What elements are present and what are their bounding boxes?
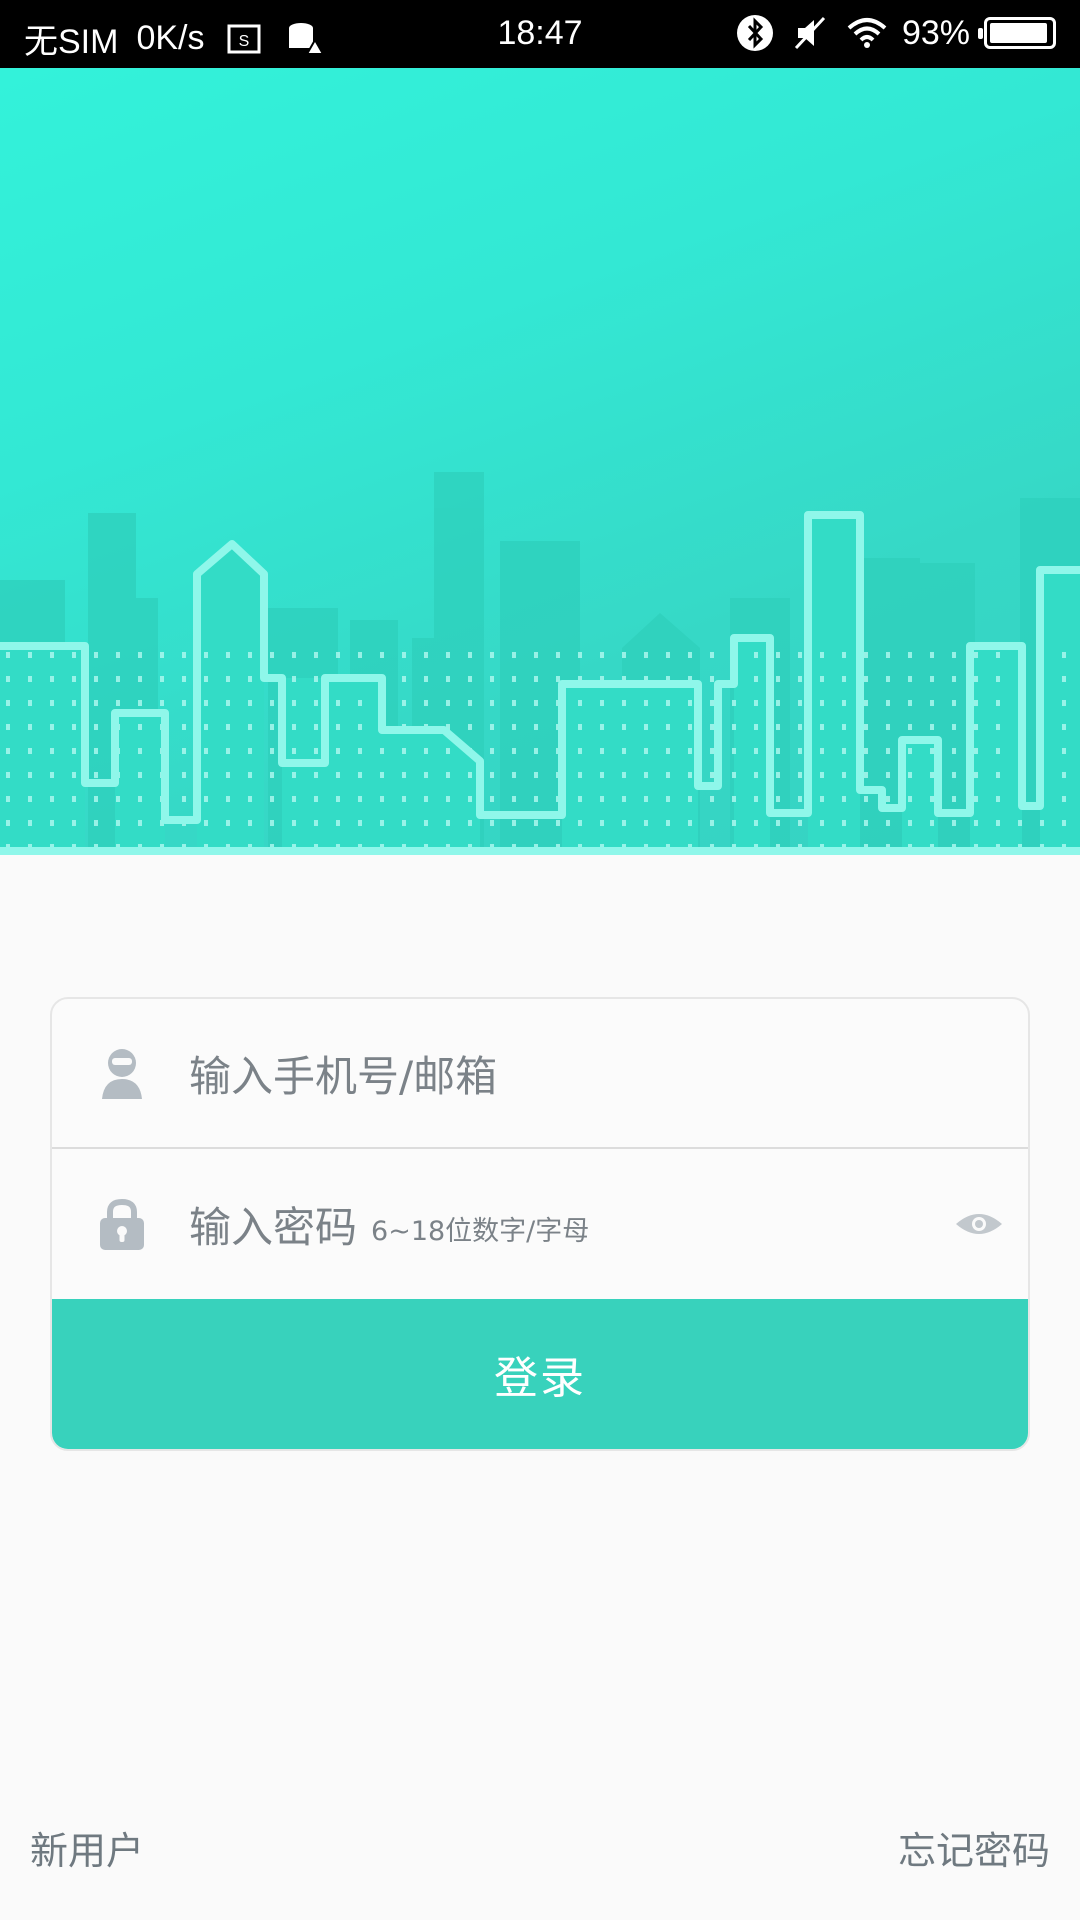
username-row: 输入手机号/邮箱 — [52, 999, 1028, 1149]
forgot-password-link[interactable]: 忘记密码 — [898, 1820, 1050, 1875]
user-icon — [102, 1049, 142, 1099]
show-password-icon[interactable] — [954, 1208, 1004, 1240]
battery-percent: 93% — [901, 13, 970, 52]
new-user-link[interactable]: 新用户 — [30, 1820, 144, 1875]
city-skyline-illustration — [0, 472, 1080, 855]
username-input[interactable]: 输入手机号/邮箱 — [189, 999, 908, 1147]
login-form: 输入手机号/邮箱 输入密码 6~18位数字/字母 登录 — [50, 997, 1030, 1451]
lock-icon — [100, 1198, 144, 1250]
password-row: 输入密码 6~18位数字/字母 — [52, 1149, 1028, 1299]
status-bar: 无SIM 0K/s S 18:47 93% — [0, 0, 1080, 68]
username-placeholder: 输入手机号/邮箱 — [189, 1051, 498, 1101]
password-placeholder: 输入密码 — [189, 1202, 358, 1252]
wifi-icon — [847, 18, 887, 48]
password-hint: 6~18位数字/字母 — [371, 1215, 590, 1247]
login-button-label: 登录 — [494, 1353, 586, 1404]
password-input[interactable]: 输入密码 6~18位数字/字母 — [189, 1149, 908, 1299]
battery-icon — [978, 17, 1056, 49]
mute-icon — [794, 16, 826, 50]
footer-links: 新用户 忘记密码 — [0, 1820, 1080, 1880]
hero-banner — [0, 68, 1080, 855]
login-screen: 无SIM 0K/s S 18:47 93% 输入手机号/邮箱 输入密码 6~18… — [0, 0, 1080, 1920]
login-button[interactable]: 登录 — [52, 1299, 1028, 1449]
bluetooth-icon — [736, 15, 773, 51]
